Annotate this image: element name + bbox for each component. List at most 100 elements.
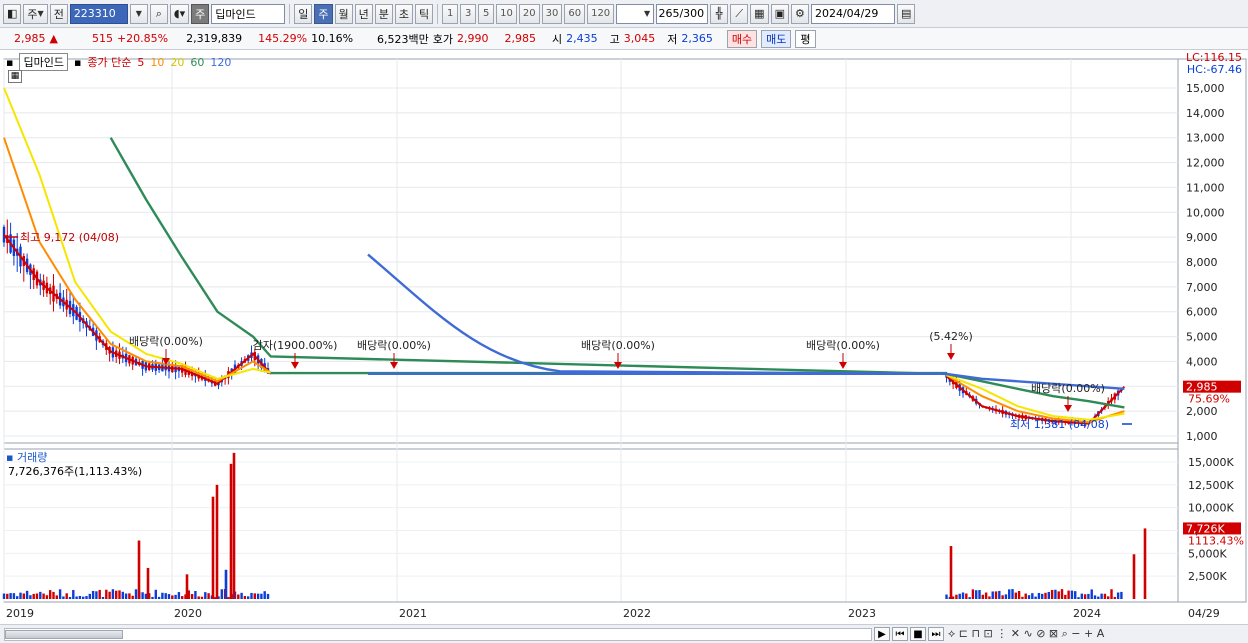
chart-bottom-bar: ▶ ⏮ ■ ⏭ ⟡ ⊏ ⊓ ⊡ ⋮ ✕ ∿ ⊘ ⊠ ⌕ − + A <box>0 624 1248 643</box>
volume-bar <box>1103 593 1107 599</box>
period-button-year[interactable]: 년 <box>354 3 373 24</box>
interval-button-3[interactable]: 3 <box>460 3 477 24</box>
volume-bar <box>207 593 210 599</box>
low-annotation: 최저 1,381 (04/08) <box>1010 418 1109 431</box>
chart-toolbar: ◧ 주 ▼ 전 223310 ▼ ⌕ ◖▾ 주 딥마인드 일 주 월 년 분 초 … <box>0 0 1248 28</box>
legend-ma60[interactable]: 60 <box>190 56 204 69</box>
volume-tick-label: 5,000K <box>1188 547 1227 560</box>
scroll-right-icon[interactable]: ▶ <box>874 627 890 641</box>
volume-bar <box>1041 593 1044 599</box>
high-price: 3,045 <box>623 32 656 45</box>
legend-ma20[interactable]: 20 <box>170 56 184 69</box>
grid-icon[interactable]: ▦ <box>750 3 769 24</box>
interval-button-20[interactable]: 20 <box>518 3 540 24</box>
volume-bar <box>197 596 200 599</box>
date-value: 2024/04/29 <box>814 7 879 20</box>
current-price-pct: 75.69% <box>1188 393 1230 406</box>
legend-stock-name[interactable]: 딥마인드 <box>19 53 68 71</box>
period-type-select[interactable]: 주 ▼ <box>23 3 48 24</box>
period-button-week[interactable]: 주 <box>314 3 333 24</box>
volume-bar <box>1024 593 1027 599</box>
interval-button-1[interactable]: 1 <box>442 3 459 24</box>
period-button-tick[interactable]: 틱 <box>415 3 434 24</box>
line-tool-icon[interactable]: ⟋ <box>730 3 749 24</box>
volume-bar <box>68 596 72 599</box>
legend-ma120[interactable]: 120 <box>210 56 231 69</box>
interval-button-5[interactable]: 5 <box>478 3 495 24</box>
hc-value: HC:-67.46 <box>1186 63 1242 76</box>
volume-bar <box>971 589 975 599</box>
volume-legend-value: 7,726,376주(1,113.43%) <box>8 465 143 478</box>
count-input[interactable]: 265/300 <box>656 3 709 24</box>
volume-bar <box>984 592 988 599</box>
speaker-icon[interactable]: ◖▾ <box>169 3 190 24</box>
horizontal-scrollbar[interactable] <box>4 627 872 641</box>
volume-bar <box>42 593 45 599</box>
volume-bar <box>975 590 978 599</box>
save-icon[interactable]: ▣ <box>770 3 789 24</box>
volume-bar <box>35 593 39 599</box>
time-current-label: 04/29 <box>1188 607 1220 620</box>
volume-bar <box>167 594 171 599</box>
code-dropdown-button[interactable]: ▼ <box>129 3 148 24</box>
time-tick-label: 2023 <box>848 607 876 620</box>
stop-icon[interactable]: ■ <box>910 627 926 641</box>
volume-bar <box>1074 591 1077 599</box>
volume-bar <box>85 596 88 599</box>
price-tick-label: 15,000 <box>1186 82 1225 95</box>
calendar-icon[interactable]: ▤ <box>896 3 916 24</box>
period-button-minute[interactable]: 분 <box>374 3 393 24</box>
volume-tick-label: 15,000K <box>1188 456 1234 469</box>
calculator-icon[interactable]: ▦ <box>8 70 22 83</box>
volume-bar <box>949 546 953 599</box>
event-annotation: 배당락(0.00%) <box>581 339 655 352</box>
date-input[interactable]: 2024/04/29 <box>810 3 895 24</box>
legend-marker-icon: ▪ <box>6 55 14 69</box>
legend-ma5[interactable]: 5 <box>137 56 144 69</box>
eval-button[interactable]: 평 <box>795 29 816 48</box>
volume-bar <box>124 593 128 599</box>
volume-bar <box>1097 596 1100 599</box>
mode-select[interactable]: 전 <box>49 3 68 24</box>
interval-button-60[interactable]: 60 <box>564 3 586 24</box>
volume-bar <box>12 593 16 599</box>
volume-bar <box>945 594 948 599</box>
volume-bar <box>263 591 266 599</box>
period-button-day[interactable]: 일 <box>294 3 313 24</box>
volume-bar <box>45 595 49 599</box>
scroll-thumb[interactable] <box>5 629 123 639</box>
toolbar-divider <box>437 3 439 24</box>
chart-area[interactable]: 15,000 14,000 13,000 12,000 11,000 10,000 9,00… <box>0 51 1248 624</box>
interval-button-30[interactable]: 30 <box>541 3 563 24</box>
interval-button-10[interactable]: 10 <box>496 3 517 24</box>
drawing-tools-icon[interactable]: ⟡ ⊏ ⊓ ⊡ ⋮ ✕ ∿ ⊘ ⊠ ⌕ − + A <box>948 627 1104 641</box>
search-icon[interactable]: ⌕ <box>149 3 168 24</box>
volume-bar <box>177 592 181 599</box>
volume-panel <box>3 448 1179 603</box>
low-label: 저 <box>667 32 678 46</box>
rewind-icon[interactable]: ⏮ <box>892 627 908 641</box>
interval-custom-input[interactable]: ▼ <box>616 3 655 24</box>
volume-bar <box>1132 554 1136 599</box>
fast-forward-icon[interactable]: ⏭ <box>928 627 944 641</box>
price-tick-label: 7,000 <box>1186 281 1218 294</box>
gear-icon[interactable]: ⚙ <box>790 3 809 24</box>
layout-icon[interactable]: ◧ <box>3 3 22 24</box>
volume-bar <box>968 597 971 599</box>
stock-code-input[interactable]: 223310 <box>69 3 128 24</box>
ask-label: 호가 <box>432 32 454 46</box>
price-change-pct: +20.85% <box>116 32 169 45</box>
volume-bar <box>131 595 134 599</box>
lc-hc-readout: LC:116.15 HC:-67.46 <box>1186 52 1242 76</box>
volume-bar <box>240 592 243 599</box>
price-chart-svg[interactable]: 15,000 14,000 13,000 12,000 11,000 10,000 9,00… <box>0 51 1248 624</box>
volume-bar <box>211 496 215 599</box>
sell-button[interactable]: 매도 <box>761 29 792 48</box>
period-button-second[interactable]: 초 <box>394 3 414 24</box>
interval-button-120[interactable]: 120 <box>587 3 615 24</box>
candle-type-icon[interactable]: ╬ <box>710 3 729 24</box>
buy-button[interactable]: 매수 <box>726 29 758 48</box>
period-button-month[interactable]: 월 <box>334 3 353 24</box>
legend-ma10[interactable]: 10 <box>150 56 164 69</box>
volume-bar <box>1057 591 1060 599</box>
